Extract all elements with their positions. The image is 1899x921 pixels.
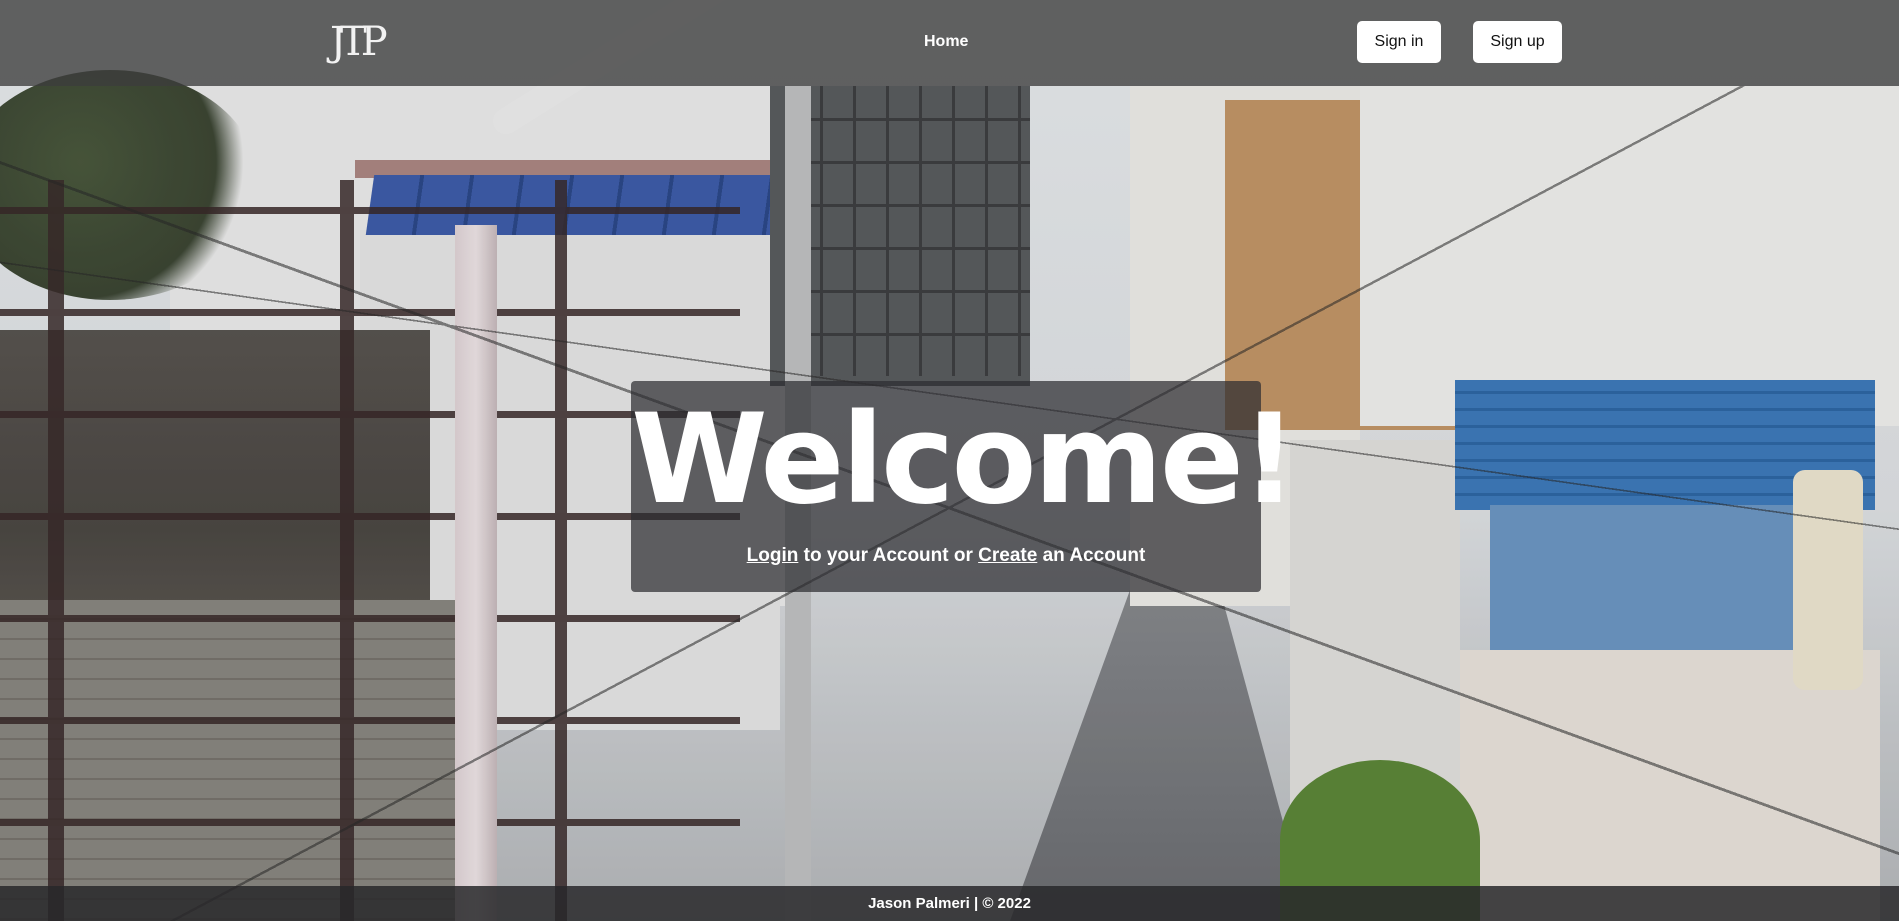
subtext-end: an Account [1037,545,1146,566]
welcome-subtext: Login to your Account or Create an Accou… [631,545,1261,567]
nav-home-link[interactable]: Home [924,33,968,51]
sign-in-button[interactable]: Sign in [1357,21,1441,63]
login-link[interactable]: Login [747,545,799,566]
site-logo[interactable]: JTP [330,20,388,64]
footer-copyright: Jason Palmeri | © 2022 [868,895,1031,912]
navbar: JTP Home Sign in Sign up [0,0,1899,86]
page: JTP Home Sign in Sign up Welcome! Login … [0,0,1899,921]
footer: Jason Palmeri | © 2022 [0,886,1899,921]
sign-up-button[interactable]: Sign up [1473,21,1562,63]
welcome-panel: Welcome! Login to your Account or Create… [631,381,1298,592]
welcome-heading: Welcome! [631,388,1298,532]
create-account-link[interactable]: Create [978,545,1037,566]
subtext-middle: to your Account or [798,545,979,566]
